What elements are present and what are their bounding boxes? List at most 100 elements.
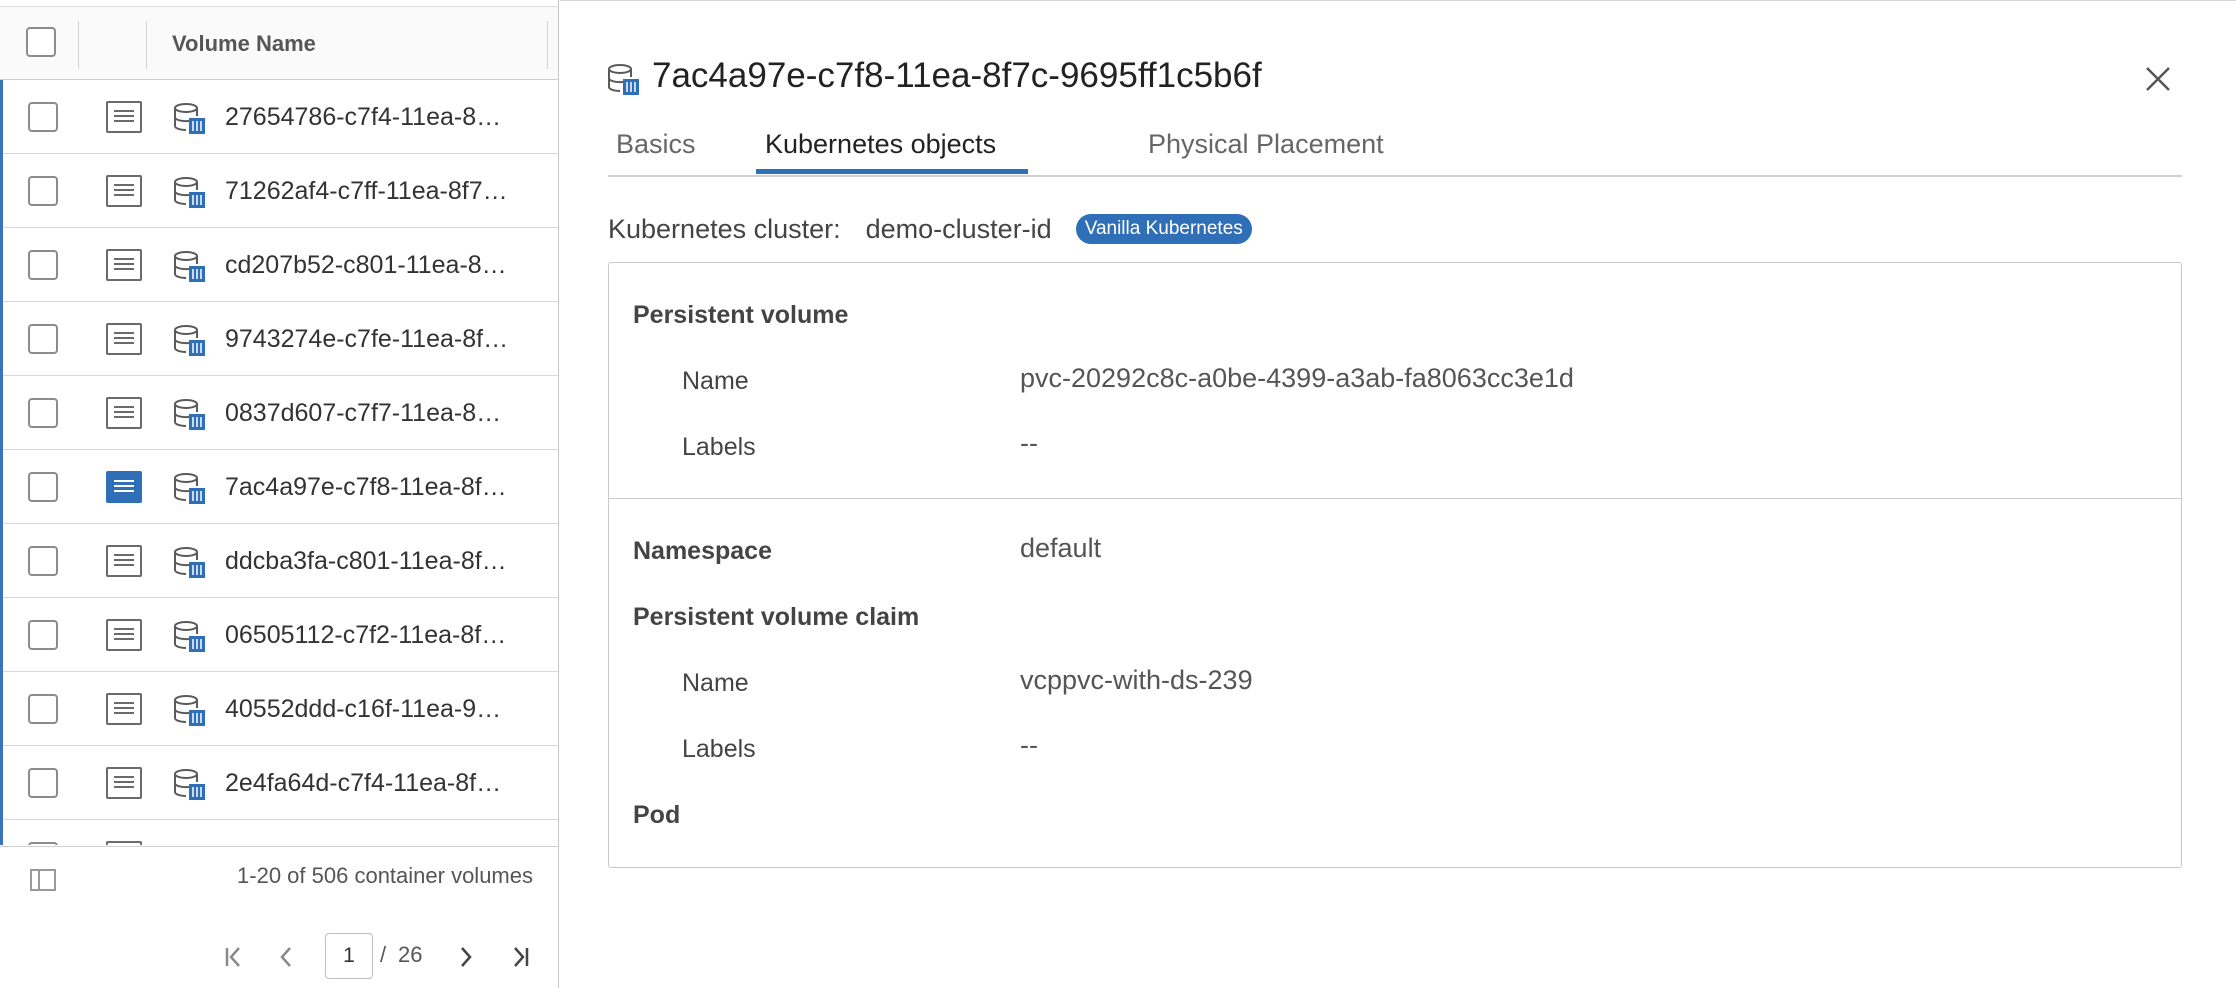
volume-icon — [173, 768, 207, 802]
row-checkbox[interactable] — [28, 620, 58, 650]
pod-heading: Pod — [633, 801, 681, 829]
detail-tabs: Basics Kubernetes objects Physical Place… — [608, 121, 2182, 177]
table-row[interactable]: 9743274e-c7fe-11ea-8f… — [3, 302, 558, 376]
pv-labels-value: -- — [1020, 428, 1038, 458]
detail-toggle-icon[interactable] — [106, 397, 142, 429]
row-checkbox[interactable] — [28, 398, 58, 428]
detail-toggle-icon[interactable] — [106, 693, 142, 725]
namespace-label: Namespace — [633, 537, 772, 565]
table-row[interactable]: 71262af4-c7ff-11ea-8f7… — [3, 154, 558, 228]
row-checkbox[interactable] — [28, 176, 58, 206]
volume-name[interactable]: 0837d607-c7f7-11ea-8… — [225, 376, 501, 450]
persistent-volume-heading: Persistent volume — [633, 301, 849, 329]
detail-toggle-icon[interactable] — [106, 471, 142, 503]
volume-icon — [173, 694, 207, 728]
close-icon[interactable] — [2142, 63, 2174, 95]
row-checkbox[interactable] — [28, 842, 58, 845]
volume-icon — [173, 546, 207, 580]
pagination: 1 / 26 — [0, 933, 558, 983]
namespace-value: default — [1020, 533, 1102, 563]
detail-toggle-icon[interactable] — [106, 249, 142, 281]
detail-toggle-icon[interactable] — [106, 323, 142, 355]
volume-icon — [173, 398, 207, 432]
row-checkbox[interactable] — [28, 324, 58, 354]
grid-rows: 27654786-c7f4-11ea-8… 71262af4-c7ff-11ea-… — [0, 80, 558, 845]
detail-panel: 7ac4a97e-c7f8-11ea-8f7c-9695ff1c5b6f Bas… — [560, 0, 2236, 988]
volume-name[interactable]: 9743274e-c7fe-11ea-8f… — [225, 302, 508, 376]
pvc-labels-value: -- — [1020, 730, 1038, 760]
detail-toggle-icon[interactable] — [106, 619, 142, 651]
volume-icon — [173, 472, 207, 506]
table-row[interactable] — [3, 820, 558, 845]
volume-name[interactable]: 27654786-c7f4-11ea-8… — [225, 80, 501, 154]
volume-icon — [173, 324, 207, 358]
table-row[interactable]: 27654786-c7f4-11ea-8… — [3, 80, 558, 154]
cluster-type-badge: Vanilla Kubernetes — [1075, 214, 1252, 244]
table-row[interactable]: 06505112-c7f2-11ea-8f… — [3, 598, 558, 672]
detail-toggle-icon[interactable] — [106, 101, 142, 133]
row-checkbox[interactable] — [28, 768, 58, 798]
active-tab-indicator — [756, 169, 1028, 174]
row-checkbox[interactable] — [28, 250, 58, 280]
kubernetes-objects-box: Persistent volume Name pvc-20292c8c-a0be… — [608, 262, 2182, 868]
pv-name-value: pvc-20292c8c-a0be-4399-a3ab-fa8063cc3e1d — [1020, 363, 1574, 393]
pagination-summary: 1-20 of 506 container volumes — [237, 863, 533, 888]
volume-name[interactable]: ddcba3fa-c801-11ea-8f… — [225, 524, 507, 598]
tab-physical-placement[interactable]: Physical Placement — [1148, 129, 1384, 160]
row-checkbox[interactable] — [28, 102, 58, 132]
next-page-icon[interactable] — [448, 939, 484, 975]
volume-icon — [173, 620, 207, 654]
volume-icon — [173, 176, 207, 210]
total-pages: 26 — [398, 942, 423, 967]
cluster-label: Kubernetes cluster: — [608, 213, 841, 244]
column-separator — [146, 21, 147, 69]
last-page-icon[interactable] — [502, 939, 538, 975]
table-row[interactable]: cd207b52-c801-11ea-8… — [3, 228, 558, 302]
row-checkbox[interactable] — [28, 694, 58, 724]
tab-kubernetes-objects[interactable]: Kubernetes objects — [765, 129, 996, 160]
pv-labels-label: Labels — [682, 433, 756, 461]
column-resize-handle[interactable] — [547, 21, 548, 69]
select-all-checkbox[interactable] — [26, 27, 56, 57]
table-row[interactable]: ddcba3fa-c801-11ea-8f… — [3, 524, 558, 598]
detail-toggle-icon[interactable] — [106, 545, 142, 577]
pv-name-label: Name — [682, 367, 749, 395]
page-separator: / — [380, 942, 387, 967]
pvc-heading: Persistent volume claim — [633, 603, 920, 631]
panel-title: 7ac4a97e-c7f8-11ea-8f7c-9695ff1c5b6f — [652, 56, 1262, 95]
pvc-labels-label: Labels — [682, 735, 756, 763]
page-number-input[interactable]: 1 — [325, 933, 373, 979]
tab-basics[interactable]: Basics — [616, 129, 696, 160]
column-toggle-icon[interactable] — [30, 869, 56, 891]
volume-icon — [173, 102, 207, 136]
table-row[interactable]: 7ac4a97e-c7f8-11ea-8f… — [3, 450, 558, 524]
volume-name[interactable]: 7ac4a97e-c7f8-11ea-8f… — [225, 450, 507, 524]
volume-name[interactable]: cd207b52-c801-11ea-8… — [225, 228, 507, 302]
pvc-name-value: vcppvc-with-ds-239 — [1020, 665, 1253, 695]
table-row[interactable]: 40552ddd-c16f-11ea-9… — [3, 672, 558, 746]
volume-name[interactable]: 40552ddd-c16f-11ea-9… — [225, 672, 501, 746]
volume-name[interactable]: 06505112-c7f2-11ea-8f… — [225, 598, 506, 672]
column-separator — [78, 21, 79, 69]
detail-toggle-icon[interactable] — [106, 175, 142, 207]
first-page-icon[interactable] — [216, 939, 252, 975]
detail-toggle-icon[interactable] — [106, 841, 142, 845]
volume-icon — [607, 63, 641, 97]
volume-name[interactable]: 2e4fa64d-c7f4-11ea-8f… — [225, 746, 501, 820]
table-row[interactable]: 0837d607-c7f7-11ea-8… — [3, 376, 558, 450]
table-row[interactable]: 2e4fa64d-c7f4-11ea-8f… — [3, 746, 558, 820]
prev-page-icon[interactable] — [268, 939, 304, 975]
kubernetes-cluster-row: Kubernetes cluster: demo-cluster-id Vani… — [608, 209, 1252, 249]
detail-toggle-icon[interactable] — [106, 767, 142, 799]
column-header-volume-name[interactable]: Volume Name — [172, 7, 316, 81]
volume-name[interactable]: 71262af4-c7ff-11ea-8f7… — [225, 154, 508, 228]
row-checkbox[interactable] — [28, 546, 58, 576]
pvc-name-label: Name — [682, 669, 749, 697]
grid-footer: 1-20 of 506 container volumes 1 / 26 — [0, 846, 558, 988]
cluster-value: demo-cluster-id — [865, 213, 1052, 244]
volumes-datagrid: Volume Name 27654786-c7f4-11ea-8… 71262af… — [0, 0, 559, 988]
row-checkbox[interactable] — [28, 472, 58, 502]
volume-icon — [173, 250, 207, 284]
section-divider — [609, 498, 2181, 499]
grid-header: Volume Name — [0, 6, 558, 80]
